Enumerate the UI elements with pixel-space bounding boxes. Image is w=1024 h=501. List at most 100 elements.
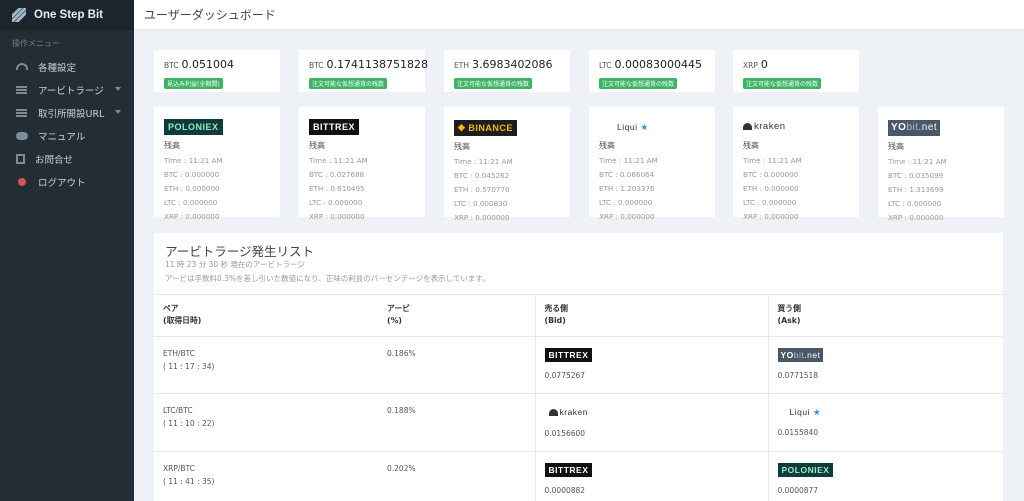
- header: ユーザーダッシュボード: [134, 0, 1024, 30]
- exchange-btc: BTC : 0.000000: [164, 170, 220, 179]
- exchange-time: Time : 11:21 AM: [454, 156, 513, 166]
- star-icon: ★: [640, 121, 649, 132]
- app-title: One Step Bit: [34, 9, 104, 21]
- sidebar-item-label: ログアウト: [38, 177, 86, 189]
- sidebar-item-label: 各種設定: [38, 62, 77, 74]
- column-header-arb[interactable]: アービ (%): [378, 294, 536, 337]
- exchange-card-bittrex: BITTREX 残高 Time : 11:21 AM BTC : 0.02768…: [299, 107, 425, 221]
- sidebar-item-exchange-urls[interactable]: 取引所開設URL: [0, 101, 134, 124]
- balance-value: 0.1741138751828: [326, 58, 429, 71]
- balance-value: 0: [760, 58, 768, 71]
- exchange-btc: BTC : 0.066064: [599, 170, 655, 179]
- column-header-ask[interactable]: 買う側 (Ask): [768, 294, 1003, 337]
- brand[interactable]: One Step Bit: [0, 0, 134, 30]
- exchange-card-kraken: kraken 残高 Time : 11:21 AM BTC : 0.000000…: [733, 107, 859, 221]
- exchange-ltc: LTC : 0.000000: [164, 198, 218, 207]
- sidebar-item-manual[interactable]: マニュアル: [0, 124, 134, 147]
- ask-cell: YO bit .net 0.0771518: [768, 336, 1003, 395]
- sidebar-item-arbitrage[interactable]: アービトラージ: [0, 78, 134, 101]
- exchange-ltc: LTC : 0.000830: [454, 198, 508, 208]
- kraken-logo: kraken: [545, 405, 589, 419]
- balance-symbol: BTC: [309, 61, 324, 70]
- kraken-logo: kraken: [743, 119, 786, 135]
- sidebar-item-contact[interactable]: お問合せ: [0, 147, 134, 170]
- header-sublabel: (取得日時): [163, 316, 202, 326]
- balance-value: 3.6983402086: [471, 58, 553, 71]
- pair-time: ( 11 : 10 : 22): [163, 419, 215, 429]
- yobit-logo-part: YO: [891, 122, 907, 133]
- kraken-mark-icon: [743, 123, 752, 130]
- sidebar-item-label: 取引所開設URL: [38, 108, 105, 120]
- poloniex-logo: POLONIEX: [164, 119, 223, 135]
- panel-title: アービトラージ発生リスト: [165, 244, 315, 259]
- sidebar-item-label: お問合せ: [35, 154, 74, 166]
- exchange-xrp: XRP : 0.000000: [164, 212, 220, 221]
- balance-label: 残高: [164, 141, 180, 150]
- pair-cell: XRP/BTC ( 11 : 41 : 35): [154, 451, 378, 501]
- kraken-mark-icon: [548, 408, 558, 416]
- pair-name: LTC/BTC: [163, 406, 193, 416]
- header-label: ペア: [163, 304, 179, 313]
- arbitrage-panel: アービトラージ発生リスト 11 時 23 分 30 秒 現在のアービトラージ ア…: [154, 233, 1003, 501]
- sidebar-item-label: マニュアル: [38, 131, 86, 143]
- balance-value: 0.051004: [181, 58, 235, 71]
- table-row: LTC/BTC ( 11 : 10 : 22) 0.188% kraken 0.01…: [154, 393, 1003, 453]
- liqui-logo-text: Liqui: [617, 122, 638, 132]
- exchange-btc: BTC : 0.045262: [454, 170, 510, 180]
- bid-price: 0.0156600: [544, 428, 586, 438]
- document-icon: [16, 153, 25, 164]
- status-badge: 注文可能な仮想通貨の残数: [309, 78, 388, 89]
- pair-cell: LTC/BTC ( 11 : 10 : 22): [154, 393, 378, 453]
- binance-logo: ◆ BINANCE: [454, 119, 517, 136]
- exchange-eth: ETH : 1.313699: [888, 184, 944, 194]
- status-badge: 注文可能な仮想通貨の残数: [599, 78, 678, 89]
- ask-price: 0.0155840: [777, 427, 819, 437]
- star-icon: ★: [812, 407, 822, 418]
- pair-cell: ETH/BTC ( 11 : 17 : 34): [154, 336, 378, 395]
- header-label: 買う側: [777, 304, 801, 313]
- poloniex-logo: POLONIEX: [777, 463, 834, 478]
- header-label: 売る側: [544, 304, 568, 313]
- menu-heading: 操作メニュー: [12, 39, 60, 48]
- column-header-pair[interactable]: ペア (取得日時): [154, 294, 378, 337]
- exchange-eth: ETH : 0.610495: [309, 184, 365, 193]
- balance-label: 残高: [599, 141, 615, 150]
- arb-cell: 0.188%: [378, 393, 536, 453]
- exchange-card-binance: ◆ BINANCE 残高 Time : 11:21 AM BTC : 0.0452…: [444, 107, 570, 222]
- liqui-logo: Liqui ★: [599, 119, 653, 135]
- bid-cell: BITTREX 0.0775267: [535, 336, 769, 395]
- yobit-logo-part: bit: [793, 349, 805, 360]
- yobit-logo-part: .net: [918, 122, 938, 133]
- panel-note: アービは手数料0.3%を差し引いた数値になり、正味の利益のパーセンテージを表示し…: [165, 274, 490, 283]
- yobit-logo-part: .net: [804, 349, 821, 360]
- bid-price: 0.0775267: [544, 370, 586, 380]
- balance-symbol: XRP: [743, 61, 758, 70]
- bittrex-logo: BITTREX: [544, 463, 593, 478]
- yobit-logo-part: bit: [906, 122, 919, 133]
- brand-logo-icon: [12, 8, 26, 22]
- balance-label: 残高: [888, 141, 904, 151]
- exchange-xrp: XRP : 0.000000: [309, 212, 365, 221]
- pair-name: XRP/BTC: [163, 464, 195, 474]
- column-header-bid[interactable]: 売る側 (Bid): [535, 294, 769, 337]
- balance-label: 残高: [743, 140, 759, 150]
- exchange-time: Time : 11:21 AM: [309, 156, 368, 165]
- balance-symbol: ETH: [454, 61, 469, 70]
- bid-cell: kraken 0.0156600: [535, 393, 769, 453]
- yobit-logo: YO bit .net: [777, 348, 824, 362]
- exchange-btc: BTC : 0.035099: [888, 170, 944, 180]
- bid-price: 0.0000882: [544, 485, 586, 495]
- sidebar-item-logout[interactable]: ログアウト: [0, 170, 134, 193]
- table-header-row: ペア (取得日時) アービ (%) 売る側 (Bid) 買う側 (Ask): [154, 294, 1003, 337]
- exchange-eth: ETH : 0.570770: [454, 184, 510, 194]
- exchange-ltc: LTC : 0.000000: [599, 198, 653, 207]
- bittrex-logo: BITTREX: [309, 119, 360, 135]
- ask-price: 0.0771518: [777, 370, 819, 380]
- exchange-xrp: XRP : 0.000000: [743, 211, 799, 221]
- bid-cell: BITTREX 0.0000882: [535, 451, 769, 501]
- status-badge: 注文可能な仮想通貨の残数: [743, 78, 822, 89]
- arbitrage-table: ペア (取得日時) アービ (%) 売る側 (Bid) 買う側 (Ask) ETH/BT…: [154, 294, 1003, 501]
- ask-price: 0.0000877: [777, 485, 819, 495]
- exchange-xrp: XRP : 0.000000: [888, 212, 944, 222]
- sidebar-item-settings[interactable]: 各種設定: [0, 55, 134, 78]
